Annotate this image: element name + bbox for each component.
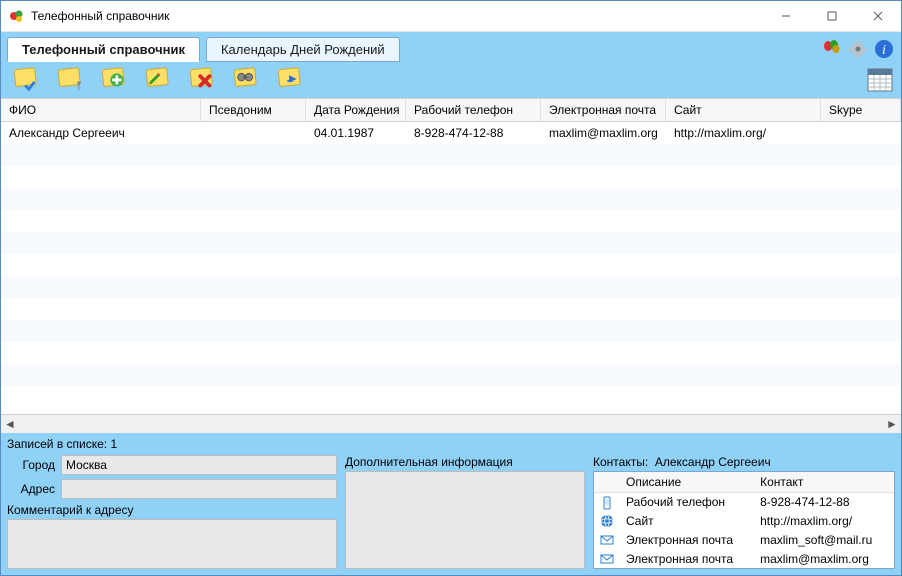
cell-email: maxlim@maxlim.org bbox=[541, 124, 666, 142]
minimize-button[interactable] bbox=[763, 1, 809, 31]
extra-info-label: Дополнительная информация bbox=[345, 455, 585, 469]
cell-fio: Александр Сергееич bbox=[1, 124, 201, 142]
contacts-cell-desc: Рабочий телефон bbox=[620, 492, 754, 511]
cell-site: http://maxlim.org/ bbox=[666, 124, 821, 142]
tab-row: Телефонный справочник Календарь Дней Рож… bbox=[1, 32, 901, 62]
address-label: Адрес bbox=[7, 482, 55, 496]
maximize-button[interactable] bbox=[809, 1, 855, 31]
col-skype[interactable]: Skype bbox=[821, 99, 901, 121]
cell-skype bbox=[821, 131, 901, 135]
contacts-heading: Контакты: Александр Сергееич bbox=[593, 455, 895, 469]
settings-icon[interactable] bbox=[847, 38, 869, 60]
tab-directory[interactable]: Телефонный справочник bbox=[7, 37, 200, 62]
contacts-cell-contact: http://maxlim.org/ bbox=[754, 512, 894, 531]
mail-icon bbox=[594, 530, 620, 549]
contacts-row[interactable]: Электронная почтаmaxlim@maxlim.org bbox=[594, 549, 894, 568]
toolbar bbox=[1, 62, 901, 98]
tool-edit-button[interactable] bbox=[139, 63, 179, 95]
scroll-track[interactable] bbox=[19, 415, 883, 433]
mail-icon bbox=[594, 549, 620, 568]
cell-pseudo bbox=[201, 131, 306, 135]
contacts-table: Описание Контакт Рабочий телефон8-928-47… bbox=[594, 472, 894, 568]
address-comment-label: Комментарий к адресу bbox=[7, 503, 337, 517]
contacts-col-contact[interactable]: Контакт bbox=[754, 472, 894, 493]
city-label: Город bbox=[7, 458, 55, 472]
address-input[interactable] bbox=[61, 479, 337, 499]
scroll-left-icon[interactable]: ◄ bbox=[1, 415, 19, 433]
contacts-cell-desc: Сайт bbox=[620, 512, 754, 531]
topbar: Телефонный справочник Календарь Дней Рож… bbox=[1, 32, 901, 98]
phone-icon bbox=[594, 492, 620, 511]
contacts-cell-desc: Электронная почта bbox=[620, 549, 754, 568]
horizontal-scrollbar[interactable]: ◄ ► bbox=[1, 414, 901, 433]
close-button[interactable] bbox=[855, 1, 901, 31]
col-work-phone[interactable]: Рабочий телефон bbox=[406, 99, 541, 121]
calendar-icon[interactable] bbox=[865, 64, 895, 94]
tab-calendar[interactable]: Календарь Дней Рождений bbox=[206, 37, 400, 62]
address-comment-input[interactable] bbox=[7, 519, 337, 569]
tool-add-button[interactable] bbox=[95, 63, 135, 95]
titlebar: Телефонный справочник bbox=[1, 1, 901, 32]
contacts-table-wrap: Описание Контакт Рабочий телефон8-928-47… bbox=[593, 471, 895, 569]
detail-panel: Записей в списке: 1 Город Адрес Коммента… bbox=[1, 433, 901, 575]
grid-header: ФИО Псевдоним Дата Рождения Рабочий теле… bbox=[1, 98, 901, 122]
svg-text:i: i bbox=[882, 43, 886, 58]
grid: ФИО Псевдоним Дата Рождения Рабочий теле… bbox=[1, 98, 901, 433]
contacts-cell-contact: 8-928-474-12-88 bbox=[754, 492, 894, 511]
tab-directory-label: Телефонный справочник bbox=[22, 42, 185, 57]
record-count-label: Записей в списке: 1 bbox=[7, 435, 895, 455]
tool-delete-button[interactable] bbox=[183, 63, 223, 95]
contacts-row[interactable]: Электронная почтаmaxlim_soft@mail.ru bbox=[594, 530, 894, 549]
col-dob[interactable]: Дата Рождения bbox=[306, 99, 406, 121]
city-input[interactable] bbox=[61, 455, 337, 475]
extra-info-input[interactable] bbox=[345, 471, 585, 569]
contacts-cell-contact: maxlim_soft@mail.ru bbox=[754, 530, 894, 549]
contacts-cell-contact: maxlim@maxlim.org bbox=[754, 549, 894, 568]
col-site[interactable]: Сайт bbox=[666, 99, 821, 121]
col-pseudo[interactable]: Псевдоним bbox=[201, 99, 306, 121]
grid-body[interactable]: Александр Сергееич 04.01.1987 8-928-474-… bbox=[1, 122, 901, 414]
address-panel: Город Адрес Комментарий к адресу bbox=[7, 455, 337, 569]
app-window: Телефонный справочник Телефонный справоч… bbox=[0, 0, 902, 576]
cell-work-phone: 8-928-474-12-88 bbox=[406, 124, 541, 142]
col-email[interactable]: Электронная почта bbox=[541, 99, 666, 121]
contacts-row[interactable]: Рабочий телефон8-928-474-12-88 bbox=[594, 492, 894, 511]
globe-icon bbox=[594, 512, 620, 531]
app-icon bbox=[9, 8, 25, 24]
cell-dob: 04.01.1987 bbox=[306, 124, 406, 142]
table-row[interactable]: Александр Сергееич 04.01.1987 8-928-474-… bbox=[1, 122, 901, 144]
col-fio[interactable]: ФИО bbox=[1, 99, 201, 121]
tool-export-button[interactable] bbox=[271, 63, 311, 95]
window-title: Телефонный справочник bbox=[31, 9, 169, 23]
tab-calendar-label: Календарь Дней Рождений bbox=[221, 42, 385, 57]
tool-filter-clear-button[interactable] bbox=[7, 63, 47, 95]
contacts-col-desc[interactable]: Описание bbox=[620, 472, 754, 493]
tool-search-button[interactable] bbox=[227, 63, 267, 95]
contacts-cell-desc: Электронная почта bbox=[620, 530, 754, 549]
info-icon[interactable]: i bbox=[873, 38, 895, 60]
extra-info-panel: Дополнительная информация bbox=[345, 455, 585, 569]
contacts-panel: Контакты: Александр Сергееич Описание Ко… bbox=[593, 455, 895, 569]
tool-filter-button[interactable] bbox=[51, 63, 91, 95]
contacts-row[interactable]: Сайтhttp://maxlim.org/ bbox=[594, 512, 894, 531]
scroll-right-icon[interactable]: ► bbox=[883, 415, 901, 433]
balloons-icon[interactable] bbox=[821, 38, 843, 60]
